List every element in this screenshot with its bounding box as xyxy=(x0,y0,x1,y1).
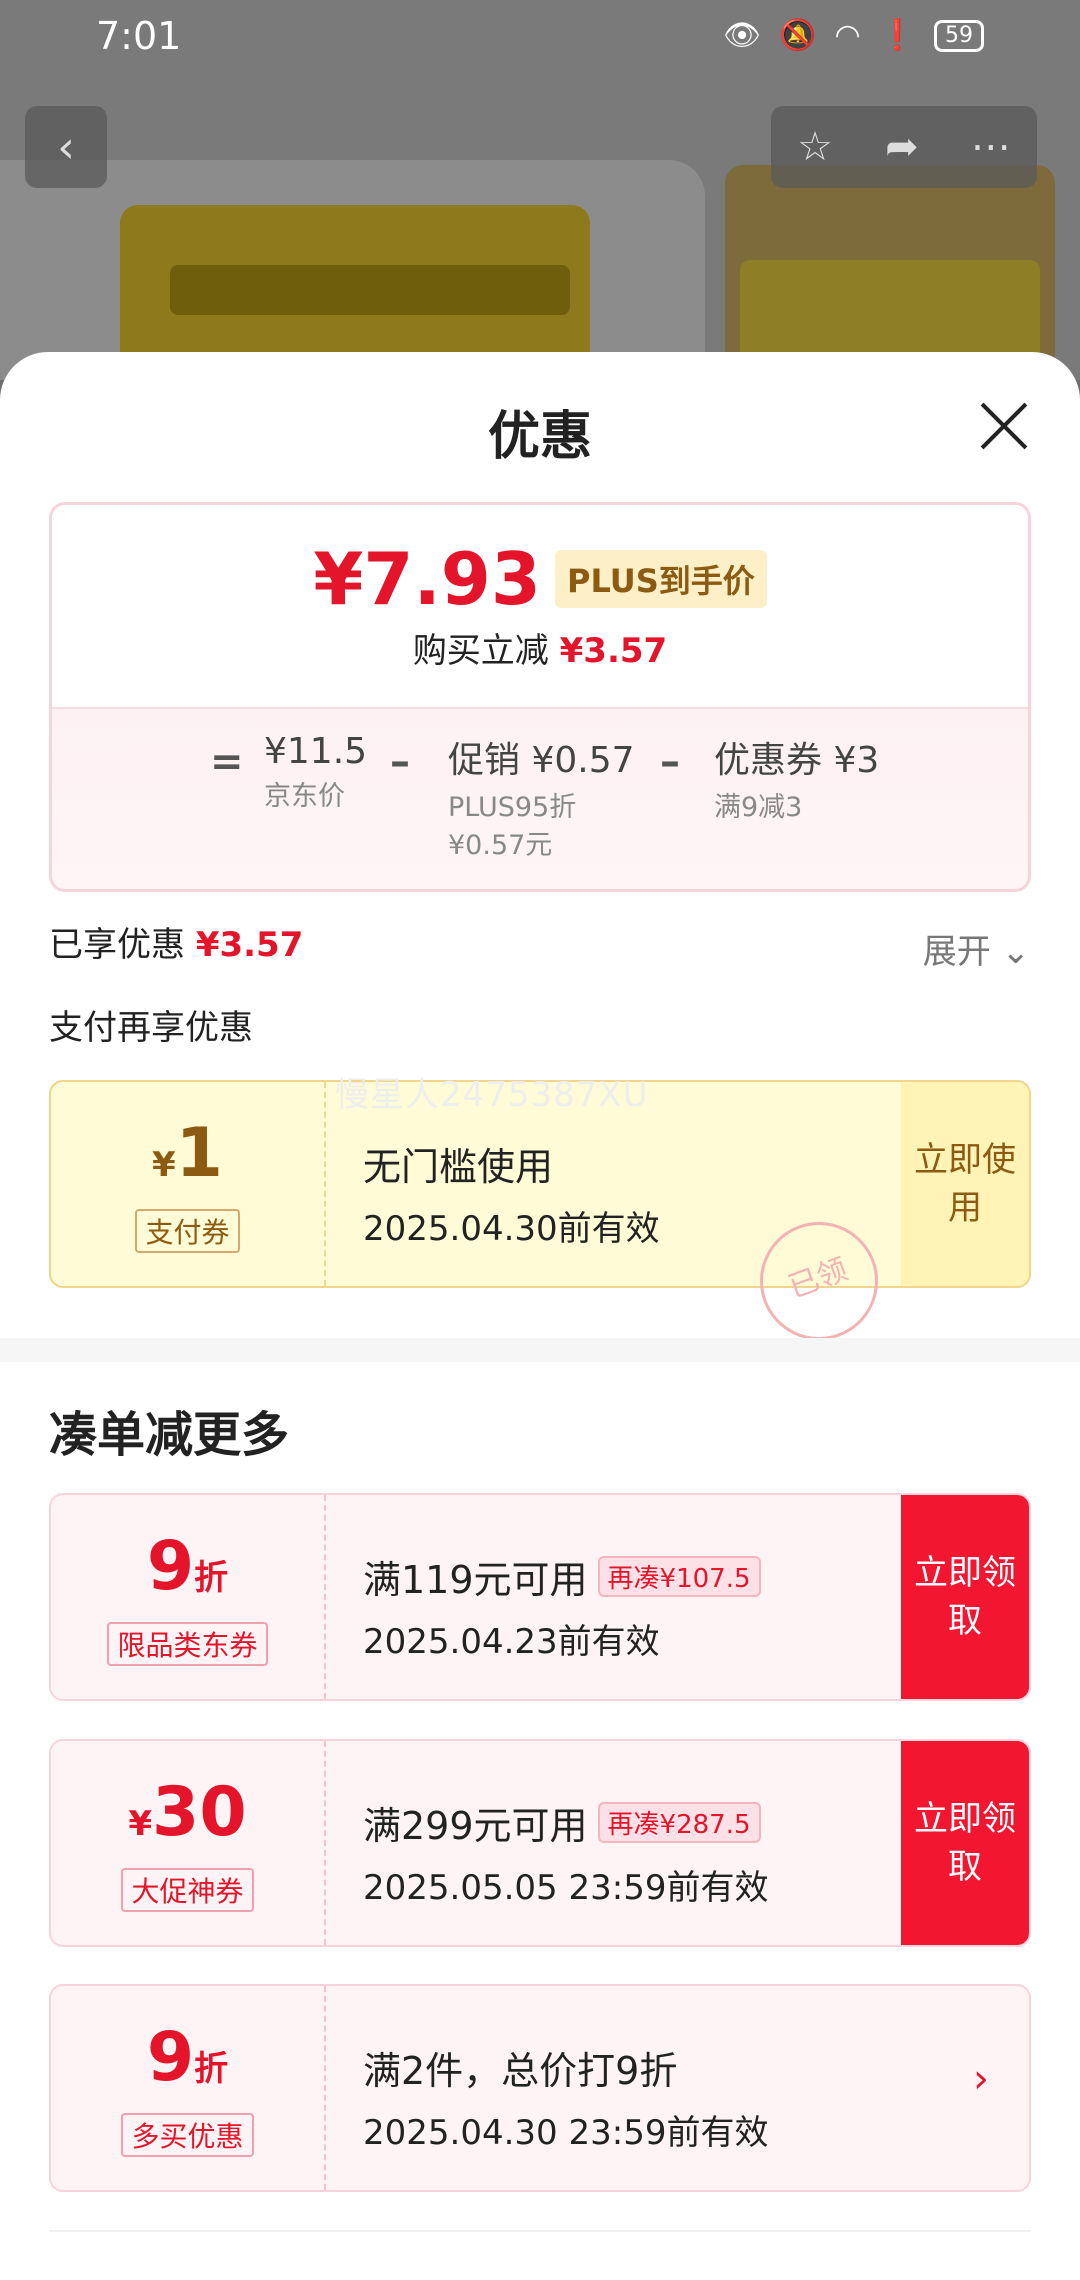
coupon-condition: 无门槛使用 xyxy=(363,1145,554,1189)
use-now-button[interactable]: 立即使用 xyxy=(901,1082,1029,1286)
currency-symbol: ¥ xyxy=(128,1803,153,1844)
promo-title: 促销 ¥0.57 xyxy=(448,740,635,781)
coupon-type-label: 大促神券 xyxy=(121,1867,254,1912)
status-time: 7:01 xyxy=(96,14,182,58)
coupon-card[interactable]: 9折 多买优惠 满2件，总价打9折 2025.04.30 23:59前有效 › xyxy=(49,1984,1031,2192)
reduce-value: ¥3.57 xyxy=(559,631,668,671)
jd-price-value: ¥11.5 xyxy=(264,731,368,772)
claim-now-button[interactable]: 立即领取 xyxy=(901,1741,1029,1945)
discount-sheet: 优惠 ¥7.93 PLUS到手价 购买立减 ¥3.57 = ¥11.5 京东价 … xyxy=(0,352,1080,2280)
amount-number: 9 xyxy=(146,1526,195,1606)
amount-number: 30 xyxy=(152,1772,247,1852)
promo-detail: PLUS95折 ¥0.57元 xyxy=(448,789,635,865)
coupon-value: 9折 多买优惠 xyxy=(51,1986,326,2190)
coupon-title: 优惠券 ¥3 xyxy=(714,740,880,781)
coupon-type-label: 限品类东券 xyxy=(107,1621,268,1666)
coupon-discount: 优惠券 ¥3 满9减3 xyxy=(714,731,879,827)
claim-now-button[interactable]: 立即领取 xyxy=(901,1495,1029,1699)
coupon-card: 9折 限品类东券 满119元可用 再凑¥107.5 2025.04.23前有效 … xyxy=(49,1493,1031,1701)
enjoyed-label: 已享优惠 xyxy=(49,925,185,965)
currency-symbol: ¥ xyxy=(152,1144,176,1185)
coupon-value: ¥30 大促神券 xyxy=(51,1741,326,1945)
battery-icon: 59 xyxy=(934,19,984,52)
coupon-info: 满119元可用 再凑¥107.5 2025.04.23前有效 xyxy=(363,1549,761,1663)
close-icon[interactable] xyxy=(978,400,1028,450)
chevron-right-icon: › xyxy=(973,2056,989,2102)
reduce-label: 购买立减 xyxy=(412,631,549,671)
price-summary: ¥7.93 PLUS到手价 购买立减 ¥3.57 xyxy=(52,505,1028,707)
coupon-info: 无门槛使用 2025.04.30前有效 xyxy=(363,1136,660,1250)
coupon-value: 9折 限品类东券 xyxy=(51,1495,326,1699)
remaining-amount-badge: 再凑¥107.5 xyxy=(597,1556,761,1597)
status-icons: 👁 🔕 ◠ ❗ 59 xyxy=(723,18,984,53)
pay-more-title: 支付再享优惠 xyxy=(49,1008,253,1048)
jd-price: ¥11.5 京东价 xyxy=(264,731,367,816)
plus-price-tag: PLUS到手价 xyxy=(555,550,767,608)
amount-unit: 折 xyxy=(194,1557,229,1598)
star-icon[interactable]: ☆ xyxy=(797,124,833,170)
promo-line-1: PLUS95折 xyxy=(448,792,577,823)
more-icon[interactable]: ⋯ xyxy=(971,124,1011,170)
condition-text: 满119元可用 xyxy=(363,1558,588,1602)
coupon-condition: 满299元可用 再凑¥287.5 xyxy=(363,1795,768,1850)
coupon-card: ¥30 大促神券 满299元可用 再凑¥287.5 2025.05.05 23:… xyxy=(49,1739,1031,1947)
amount-number: 9 xyxy=(146,2017,195,2097)
coupon-condition: 满119元可用 再凑¥107.5 xyxy=(363,1549,761,1604)
equals-sign: = xyxy=(210,739,244,785)
minus-sign: – xyxy=(390,739,410,785)
coupon-type-label: 多买优惠 xyxy=(121,2112,254,2157)
coupon-amount: ¥1 xyxy=(152,1113,223,1203)
share-icon[interactable]: ➦ xyxy=(885,124,919,170)
coupon-value: ¥1 支付券 xyxy=(51,1082,326,1286)
watermark: 慢星人2475387XU xyxy=(335,1075,649,1115)
minus-sign: – xyxy=(660,739,680,785)
purchase-reduction: 购买立减 ¥3.57 xyxy=(52,623,1028,672)
coupon-amount: 9折 xyxy=(146,2017,229,2107)
price-calculation: = ¥11.5 京东价 – 促销 ¥0.57 PLUS95折 ¥0.57元 – … xyxy=(52,707,1028,889)
back-button[interactable]: ‹ xyxy=(25,106,107,188)
coupon-amount: ¥30 xyxy=(128,1772,247,1862)
bell-off-icon: 🔕 xyxy=(779,18,817,53)
coupon-rule: 满9减3 xyxy=(714,792,803,823)
condition-text: 满299元可用 xyxy=(363,1804,588,1848)
coupon-type-label: 支付券 xyxy=(135,1208,240,1253)
expand-button[interactable]: 展开 ⌄ xyxy=(923,924,1030,973)
divider-line xyxy=(49,2230,1031,2232)
jd-price-label: 京东价 xyxy=(264,781,345,812)
alert-icon: ❗ xyxy=(878,18,916,53)
promo-line-2: ¥0.57元 xyxy=(448,830,553,861)
coupon-condition: 满2件，总价打9折 xyxy=(363,2049,678,2093)
coupon-info: 满2件，总价打9折 2025.04.30 23:59前有效 xyxy=(363,2040,768,2154)
coupon-validity: 2025.05.05 23:59前有效 xyxy=(363,1868,769,1908)
coupon-info: 满299元可用 再凑¥287.5 2025.05.05 23:59前有效 xyxy=(363,1795,768,1909)
status-bar: 7:01 👁 🔕 ◠ ❗ 59 xyxy=(0,0,1080,80)
coupon-validity: 2025.04.30前有效 xyxy=(363,1209,660,1249)
amount-number: 1 xyxy=(175,1113,223,1193)
product-package-label xyxy=(170,265,570,315)
coupon-amount: 9折 xyxy=(146,1526,229,1616)
wifi-icon: ◠ xyxy=(834,18,861,53)
top-action-group: ☆ ➦ ⋯ xyxy=(771,106,1037,188)
final-price: ¥7.93 xyxy=(313,537,541,621)
promotion-discount: 促销 ¥0.57 PLUS95折 ¥0.57元 xyxy=(448,731,635,865)
section-divider xyxy=(0,1338,1080,1362)
sheet-title: 优惠 xyxy=(487,407,592,467)
coupon-validity: 2025.04.30 23:59前有效 xyxy=(363,2113,769,2153)
remaining-amount-badge: 再凑¥287.5 xyxy=(597,1802,761,1843)
price-breakdown-card: ¥7.93 PLUS到手价 购买立减 ¥3.57 = ¥11.5 京东价 – 促… xyxy=(49,502,1031,892)
enjoyed-discount: 已享优惠 ¥3.57 xyxy=(49,917,303,966)
section-title: 凑单减更多 xyxy=(49,1407,290,1463)
coupon-validity: 2025.04.23前有效 xyxy=(363,1622,660,1662)
amount-unit: 折 xyxy=(194,2048,229,2089)
enjoyed-value: ¥3.57 xyxy=(195,925,304,965)
eye-icon: 👁 xyxy=(723,18,762,53)
chevron-left-icon: ‹ xyxy=(57,121,75,173)
